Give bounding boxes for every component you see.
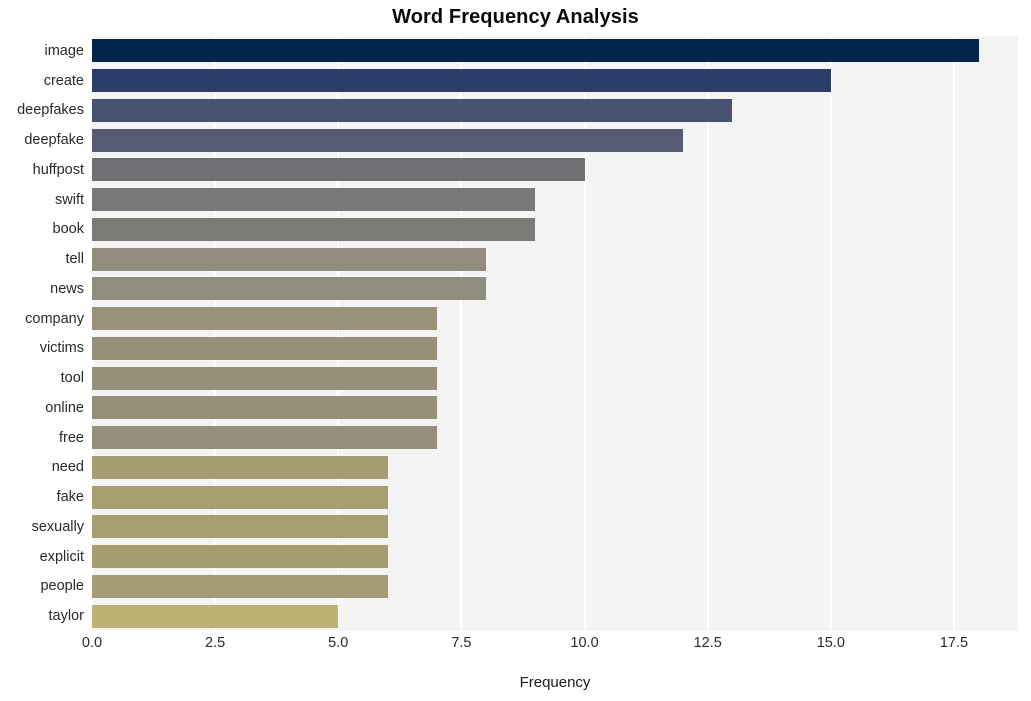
- bar-tool: [92, 366, 437, 390]
- y-tick-label-huffpost: huffpost: [32, 161, 84, 178]
- y-tick-label-free: free: [59, 429, 84, 446]
- bar-company: [92, 307, 437, 331]
- y-tick-label-sexually: sexually: [31, 518, 84, 535]
- y-tick-label-company: company: [25, 310, 84, 327]
- x-tick-label-7.5: 7.5: [451, 635, 472, 651]
- bar-row: [92, 485, 1018, 509]
- bar-row: [92, 158, 1018, 182]
- bar-row: [92, 336, 1018, 360]
- bar-free: [92, 426, 437, 450]
- bar-sexually: [92, 515, 388, 539]
- x-tick-label-0.0: 0.0: [81, 635, 103, 651]
- bar-row: [92, 277, 1018, 301]
- bar-row: [92, 604, 1018, 628]
- bar-tell: [92, 247, 487, 271]
- x-tick-label-17.5: 17.5: [939, 635, 969, 651]
- x-axis-title: Frequency: [519, 674, 591, 691]
- bar-row: [92, 217, 1018, 241]
- x-tick-label-15.0: 15.0: [816, 635, 845, 651]
- bar-create: [92, 69, 831, 93]
- y-tick-label-fake: fake: [56, 489, 84, 506]
- bar-row: [92, 455, 1018, 479]
- bar-row: [92, 128, 1018, 152]
- bar-news: [92, 277, 487, 301]
- y-tick-label-taylor: taylor: [48, 608, 84, 625]
- x-tick-label-2.5: 2.5: [205, 635, 226, 651]
- y-tick-label-deepfake: deepfake: [24, 132, 84, 149]
- bar-row: [92, 515, 1018, 539]
- bar-row: [92, 188, 1018, 212]
- x-tick-label-5.0: 5.0: [328, 635, 349, 651]
- bar-victims: [92, 336, 437, 360]
- y-tick-label-explicit: explicit: [39, 548, 84, 565]
- x-tick-label-12.5: 12.5: [693, 635, 722, 651]
- bars-layer: [92, 36, 1018, 631]
- bar-image: [92, 39, 979, 63]
- y-axis-tick-labels: image create deepfakes deepfake huffpost swif…: [0, 36, 92, 631]
- plot-area: [91, 36, 1018, 631]
- y-tick-label-book: book: [52, 221, 84, 238]
- chart-figure: Word Frequency Analysis image create deepf…: [0, 0, 1031, 701]
- bar-book: [92, 217, 536, 241]
- bar-row: [92, 247, 1018, 271]
- x-tick-label-10.0: 10.0: [570, 635, 599, 651]
- bar-row: [92, 396, 1018, 420]
- bar-deepfake: [92, 128, 684, 152]
- bar-explicit: [92, 545, 388, 569]
- bar-row: [92, 69, 1018, 93]
- y-tick-label-news: news: [50, 280, 84, 297]
- y-tick-label-tell: tell: [65, 251, 84, 268]
- bar-row: [92, 574, 1018, 598]
- y-tick-label-image: image: [44, 42, 85, 59]
- bar-row: [92, 39, 1018, 63]
- bar-online: [92, 396, 437, 420]
- y-tick-label-online: online: [45, 399, 84, 416]
- y-tick-label-victims: victims: [39, 340, 84, 357]
- y-tick-label-create: create: [43, 72, 84, 89]
- bar-row: [92, 426, 1018, 450]
- chart-title: Word Frequency Analysis: [392, 6, 639, 28]
- bar-row: [92, 98, 1018, 122]
- bar-need: [92, 455, 388, 479]
- y-tick-label-tool: tool: [60, 370, 84, 387]
- y-tick-label-deepfakes: deepfakes: [17, 102, 84, 119]
- bar-row: [92, 545, 1018, 569]
- y-tick-label-swift: swift: [55, 191, 84, 208]
- x-axis-tick-labels: 0.0 2.5 5.0 7.5 10.0 12.5 15.0 17.5: [0, 636, 1031, 662]
- bar-deepfakes: [92, 98, 733, 122]
- y-tick-label-need: need: [51, 459, 84, 476]
- bar-row: [92, 307, 1018, 331]
- bar-taylor: [92, 604, 339, 628]
- bar-row: [92, 366, 1018, 390]
- y-tick-label-people: people: [40, 578, 84, 595]
- bar-swift: [92, 188, 536, 212]
- bar-people: [92, 574, 388, 598]
- bar-fake: [92, 485, 388, 509]
- bar-huffpost: [92, 158, 585, 182]
